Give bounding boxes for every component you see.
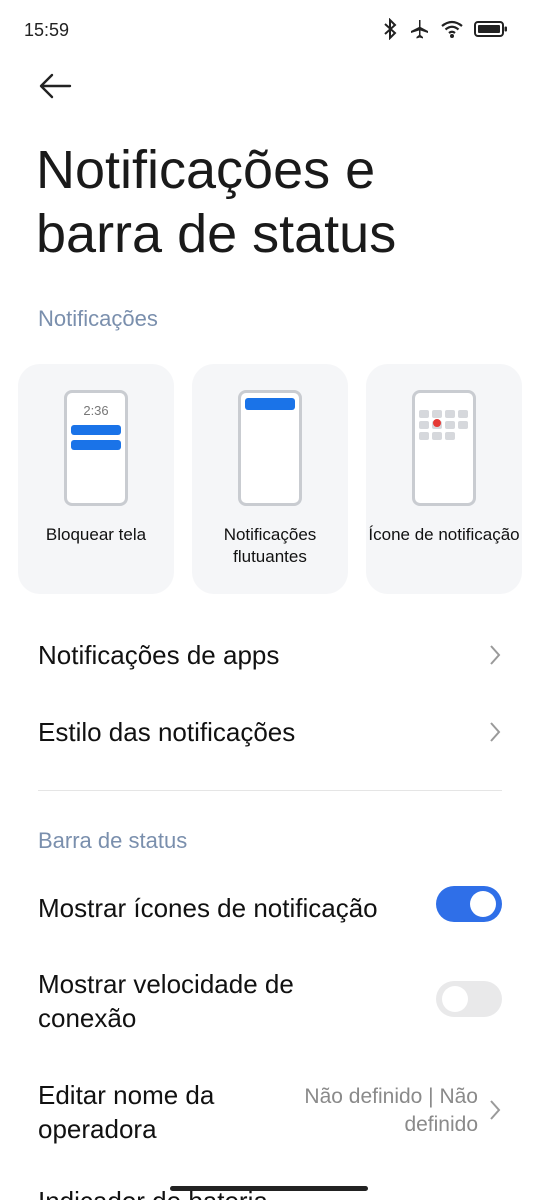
app-tile (445, 432, 455, 440)
row-edit-carrier-name[interactable]: Editar nome da operadora Não definido | … (38, 1078, 502, 1146)
notification-icons-toggle[interactable] (436, 886, 502, 922)
chevron-right-icon (490, 1100, 501, 1120)
toggle-knob (470, 891, 496, 917)
section-divider (38, 790, 502, 791)
carrier-name-value: Não definido | Não definido (304, 1085, 478, 1136)
toggle-knob (442, 986, 468, 1012)
wifi-icon (441, 20, 463, 38)
app-tile (419, 421, 429, 429)
arrow-left-icon (39, 73, 72, 99)
battery-icon (474, 21, 507, 37)
app-tile-badged (432, 419, 442, 429)
section-label-status-bar: Barra de status (38, 828, 188, 853)
card-label: Notificações flutuantes (223, 525, 317, 566)
app-tile (419, 410, 429, 418)
card-label: Ícone de notificação (368, 525, 520, 544)
row-notification-style[interactable]: Estilo das notificações (38, 715, 502, 749)
card-notification-icon[interactable]: Ícone de notificação (366, 364, 522, 594)
preview-time: 2:36 (83, 403, 109, 418)
row-show-connection-speed[interactable]: Mostrar velocidade de conexão (38, 967, 502, 1035)
badge-dot (433, 419, 441, 427)
app-tile (445, 421, 455, 429)
app-tile (419, 432, 429, 440)
page-title: Notificações e barra de status (36, 140, 397, 264)
row-title: Mostrar ícones de notificação (38, 893, 378, 923)
airplane-icon (411, 20, 428, 39)
app-tile (458, 421, 468, 429)
back-button[interactable] (36, 66, 76, 106)
status-icons (382, 18, 508, 40)
preview-notification-bar (245, 398, 295, 410)
bluetooth-icon (384, 18, 397, 40)
row-app-notifications[interactable]: Notificações de apps (38, 638, 502, 672)
section-label-notifications: Notificações (38, 306, 158, 331)
notification-cards: 2:36 Bloquear tela Notificações flutuant… (18, 364, 522, 594)
card-floating-notifications[interactable]: Notificações flutuantes (192, 364, 348, 594)
icon-preview (412, 390, 476, 506)
lock-screen-preview: 2:36 (64, 390, 128, 506)
row-title: Editar nome da operadora (38, 1080, 215, 1144)
app-tile (458, 410, 468, 418)
app-tile (432, 410, 442, 418)
preview-notification-bar (71, 425, 121, 435)
chevron-right-icon (490, 645, 501, 665)
floating-preview (238, 390, 302, 506)
status-time: 15:59 (24, 20, 70, 40)
row-title: Estilo das notificações (38, 717, 296, 747)
home-indicator[interactable] (170, 1186, 368, 1191)
app-grid (419, 410, 468, 440)
connection-speed-toggle[interactable] (436, 981, 502, 1017)
chevron-right-icon (490, 722, 501, 742)
card-label: Bloquear tela (45, 525, 147, 544)
app-tile (445, 410, 455, 418)
app-tile (432, 432, 442, 440)
preview-notification-bar (71, 440, 121, 450)
row-title: Notificações de apps (38, 640, 280, 670)
row-title: Mostrar velocidade de conexão (38, 969, 294, 1033)
card-lock-screen[interactable]: 2:36 Bloquear tela (18, 364, 174, 594)
status-bar: 15:59 (0, 0, 540, 62)
row-show-notification-icons[interactable]: Mostrar ícones de notificação (38, 886, 502, 928)
